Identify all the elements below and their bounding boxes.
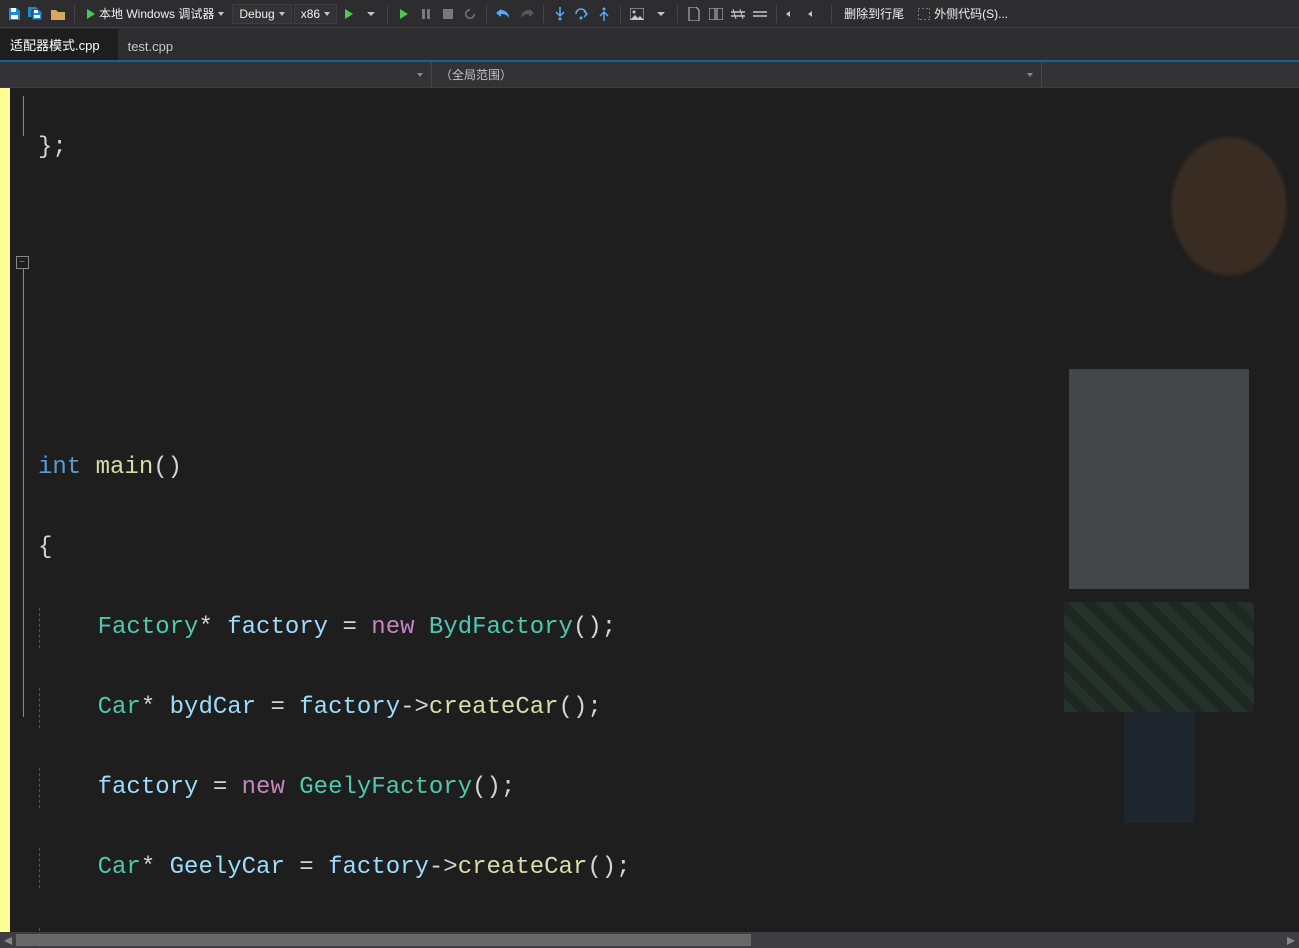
scope-dropdown-left[interactable] [0,62,432,87]
code-text: Car [98,688,141,728]
tab-adapter-pattern[interactable]: 适配器模式.cpp [0,29,118,60]
start-without-debug-icon[interactable] [339,4,359,24]
debug-target-label: 本地 Windows 调试器 [99,5,214,22]
dropdown-arrow-icon[interactable] [361,4,381,24]
code-text: bydCar [170,688,256,728]
toolbar-sep [776,5,777,23]
save-all-icon[interactable] [26,4,46,24]
comment-icon[interactable] [728,4,748,24]
toolbar-sep [831,5,832,23]
editor-area: − }; int main() { Factory* factory = new… [0,88,1299,932]
step-out-icon[interactable] [594,4,614,24]
scope-bar: （全局范围） [0,62,1299,88]
undo-icon[interactable] [493,4,513,24]
start-debug-button[interactable]: 本地 Windows 调试器 [81,3,230,24]
toolbar-sep [486,5,487,23]
image-icon[interactable] [627,4,647,24]
code-text: createCar [429,688,559,728]
continue-icon[interactable] [394,4,414,24]
tab-test[interactable]: test.cpp [118,33,192,60]
code-text: Factory [98,608,199,648]
code-text: factory [98,768,199,808]
fold-toggle-icon[interactable]: − [16,256,29,269]
platform-dropdown[interactable]: x86 [294,4,337,24]
delete-to-eol-button[interactable]: 删除到行尾 [838,3,910,24]
toolbar-sep [543,5,544,23]
outdent-icon[interactable] [805,4,825,24]
uncomment-icon[interactable] [750,4,770,24]
outer-code-button[interactable]: 外侧代码(S)... [912,3,1014,24]
tab-label: 适配器模式.cpp [10,38,100,53]
play-icon [87,9,95,19]
step-over-icon[interactable] [572,4,592,24]
code-text: createCar [458,848,588,888]
code-text: factory [328,848,429,888]
scope-dropdown-right[interactable]: （全局范围） [432,62,1042,87]
code-text: BydFactory [429,608,573,648]
code-editor[interactable]: − }; int main() { Factory* factory = new… [0,88,1299,932]
folder-icon[interactable] [48,4,68,24]
code-text: GeelyCar [170,848,285,888]
chevron-down-icon [218,12,224,16]
scrollbar-thumb[interactable] [16,934,751,946]
scope-right-label: （全局范围） [440,66,512,83]
main-toolbar: 本地 Windows 调试器 Debug x86 删除到行尾 外侧代码(S)..… [0,0,1299,28]
dropdown-arrow-icon[interactable] [651,4,671,24]
platform-label: x86 [301,7,320,21]
code-text: GeelyFactory [299,768,472,808]
config-dropdown[interactable]: Debug [232,4,291,24]
code-text: Car [98,848,141,888]
chevron-down-icon [417,73,423,77]
scrollbar-track[interactable] [16,932,1283,948]
code-text: int [38,448,81,488]
toggle-header-source-icon[interactable] [706,4,726,24]
change-margin [0,88,10,932]
toolbar-sep [74,5,75,23]
editor-tabstrip: 适配器模式.cpp test.cpp [0,28,1299,60]
toolbar-sep [677,5,678,23]
pause-icon[interactable] [416,4,436,24]
stop-icon[interactable] [438,4,458,24]
code-text: factory [299,688,400,728]
restart-icon[interactable] [460,4,480,24]
toolbar-sep [387,5,388,23]
folding-gutter: − [10,88,36,932]
code-text: }; [38,128,67,168]
tab-label: test.cpp [128,39,174,54]
horizontal-scrollbar[interactable]: ◂ ▸ [0,932,1299,948]
indent-icon[interactable] [783,4,803,24]
chevron-down-icon [279,12,285,16]
code-text: new [242,768,285,808]
code-content[interactable]: }; int main() { Factory* factory = new B… [36,88,1299,932]
toolbar-sep [620,5,621,23]
code-text: main [96,448,154,488]
redo-icon[interactable] [517,4,537,24]
scroll-left-icon[interactable]: ◂ [0,932,16,948]
code-text: new [371,608,414,648]
chevron-down-icon [1027,73,1033,77]
delete-to-eol-label: 删除到行尾 [844,5,904,22]
config-label: Debug [239,7,274,21]
new-file-icon[interactable] [684,4,704,24]
step-into-icon[interactable] [550,4,570,24]
code-text: factory [227,608,328,648]
chevron-down-icon [324,12,330,16]
snippet-icon [918,8,930,20]
save-icon[interactable] [4,4,24,24]
outer-code-label: 外侧代码(S)... [934,5,1008,22]
